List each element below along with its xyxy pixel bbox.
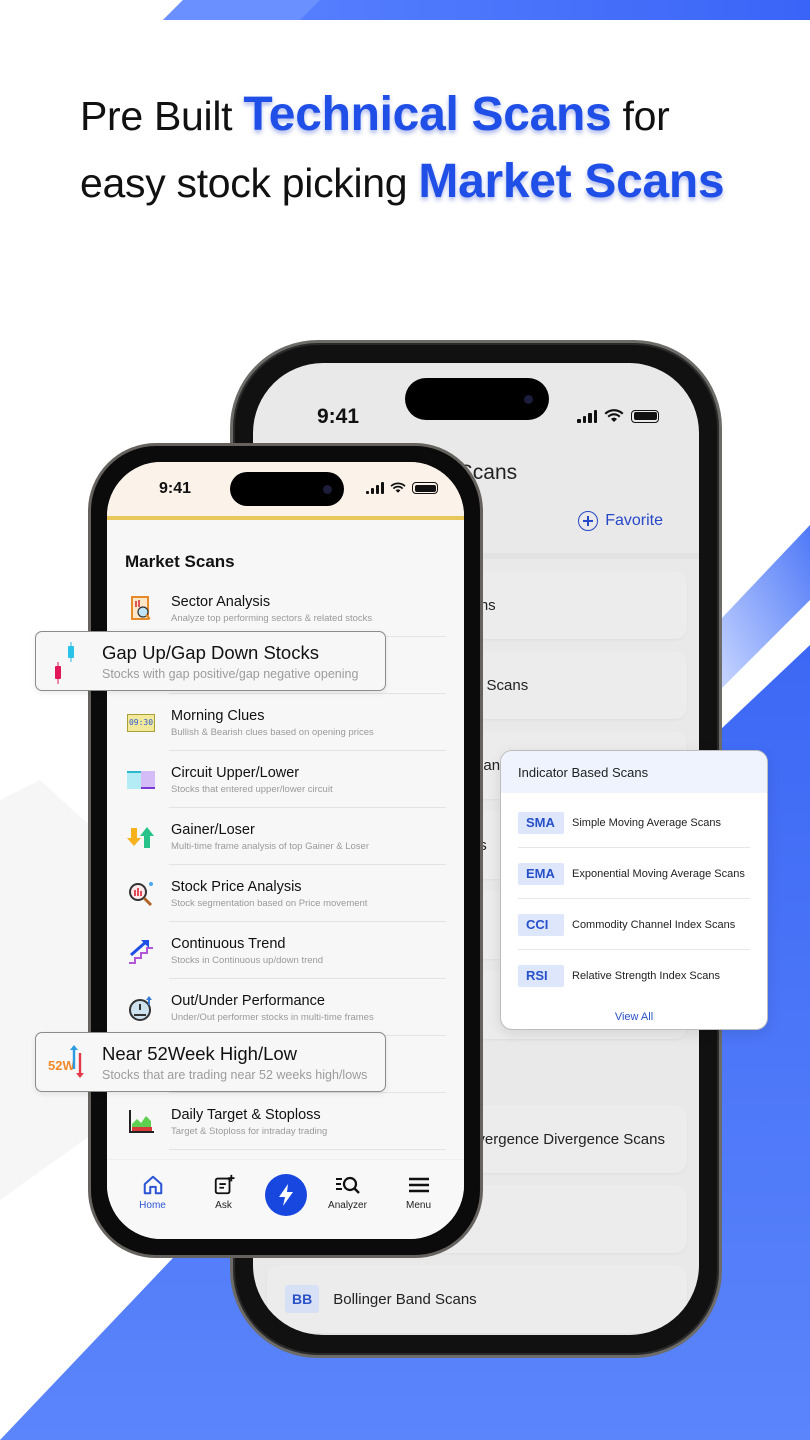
status-time: 9:41 — [159, 480, 192, 497]
battery-icon — [412, 482, 438, 494]
tab-menu[interactable]: Menu — [389, 1174, 449, 1211]
status-bar: 9:41 — [107, 462, 464, 520]
indicator-row-cci[interactable]: CCI Commodity Channel Index Scans — [501, 899, 767, 950]
callout-52-week[interactable]: 52W Near 52Week High/Low Stocks that are … — [35, 1032, 386, 1092]
headline: Pre Built Technical Scans for easy stock… — [80, 82, 725, 216]
lightning-icon — [278, 1183, 293, 1206]
favorite-button[interactable]: Favorite — [578, 511, 663, 531]
list-item-out-under-performance[interactable]: Out/Under Performance Under/Out performer… — [107, 979, 464, 1036]
list-item-sector-analysis[interactable]: Sector Analysis Analyze top performing se… — [107, 580, 464, 637]
front-phone-screen: 9:41 Market Scans Sector Analysis Analyze… — [107, 462, 464, 1239]
signal-icon — [366, 482, 384, 494]
performance-gauge-icon — [127, 994, 155, 1022]
sector-analysis-icon — [127, 595, 155, 623]
circuit-icon — [127, 766, 155, 794]
view-all-link[interactable]: View All — [501, 1011, 767, 1023]
dynamic-island — [230, 472, 344, 506]
callout-gap-up-down[interactable]: Gap Up/Gap Down Stocks Stocks with gap po… — [35, 631, 386, 691]
ask-icon — [214, 1174, 235, 1195]
target-stoploss-icon — [127, 1108, 155, 1136]
section-title: Market Scans — [125, 552, 235, 571]
top-banner-accent — [163, 0, 320, 20]
stock-price-analysis-icon — [127, 880, 155, 908]
indicator-row-rsi[interactable]: RSI Relative Strength Index Scans — [501, 950, 767, 1001]
headline-line-1: Pre Built Technical Scans for — [80, 88, 670, 141]
camera-icon — [323, 484, 332, 494]
bottom-tab-bar: Home Ask Analyzer Menu — [107, 1159, 464, 1239]
continuous-trend-icon — [127, 937, 155, 965]
scan-code-badge: RSI — [518, 964, 564, 987]
signal-icon — [577, 409, 597, 423]
back-scan-row-bollinger[interactable]: BB Bollinger Band Scans — [267, 1265, 687, 1333]
52-week-icon: 52W — [36, 1033, 102, 1091]
status-icons — [577, 409, 659, 423]
dynamic-island — [405, 378, 549, 420]
home-icon — [143, 1175, 162, 1195]
scan-code-badge: SMA — [518, 811, 564, 834]
scan-code-badge: EMA — [518, 862, 564, 885]
headline-highlight-market-scans: Market Scans — [418, 155, 725, 208]
status-time: 9:41 — [317, 405, 360, 428]
tab-home[interactable]: Home — [123, 1174, 183, 1211]
list-item-stock-price-analysis[interactable]: Stock Price Analysis Stock segmentation b… — [107, 865, 464, 922]
tab-analyzer[interactable]: Analyzer — [318, 1174, 378, 1211]
tab-ask[interactable]: Ask — [194, 1174, 254, 1211]
morning-clock-icon: 09:30 — [127, 709, 155, 737]
wifi-icon — [390, 482, 406, 493]
list-item-circuit[interactable]: Circuit Upper/Lower Stocks that entered u… — [107, 751, 464, 808]
status-icons — [366, 482, 438, 494]
list-item-continuous-trend[interactable]: Continuous Trend Stocks in Continuous up/… — [107, 922, 464, 979]
list-item-morning-clues[interactable]: 09:30 Morning Clues Bullish & Bearish clu… — [107, 694, 464, 751]
battery-icon — [631, 409, 659, 423]
gainer-loser-icon — [127, 823, 155, 851]
headline-line-2: easy stock picking Market Scans — [80, 155, 725, 208]
indicator-row-sma[interactable]: SMA Simple Moving Average Scans — [501, 797, 767, 848]
add-circle-icon — [578, 511, 599, 531]
wifi-icon — [604, 409, 624, 422]
indicator-row-ema[interactable]: EMA Exponential Moving Average Scans — [501, 848, 767, 899]
list-item-daily-target-stoploss[interactable]: Daily Target & Stoploss Target & Stoploss… — [107, 1093, 464, 1150]
menu-icon — [408, 1177, 429, 1193]
list-item-gainer-loser[interactable]: Gainer/Loser Multi-time frame analysis of… — [107, 808, 464, 865]
quick-action-button[interactable] — [264, 1173, 307, 1216]
camera-icon — [524, 394, 533, 404]
headline-highlight-technical-scans: Technical Scans — [243, 88, 612, 141]
indicator-based-scans-card: Indicator Based Scans SMA Simple Moving A… — [500, 750, 768, 1030]
front-phone: 9:41 Market Scans Sector Analysis Analyze… — [88, 443, 483, 1258]
candlestick-icon — [36, 632, 102, 690]
indicator-card-title: Indicator Based Scans — [501, 751, 767, 793]
scan-code-badge: CCI — [518, 913, 564, 936]
scan-code-badge: BB — [285, 1285, 320, 1313]
analyzer-icon — [335, 1176, 360, 1194]
